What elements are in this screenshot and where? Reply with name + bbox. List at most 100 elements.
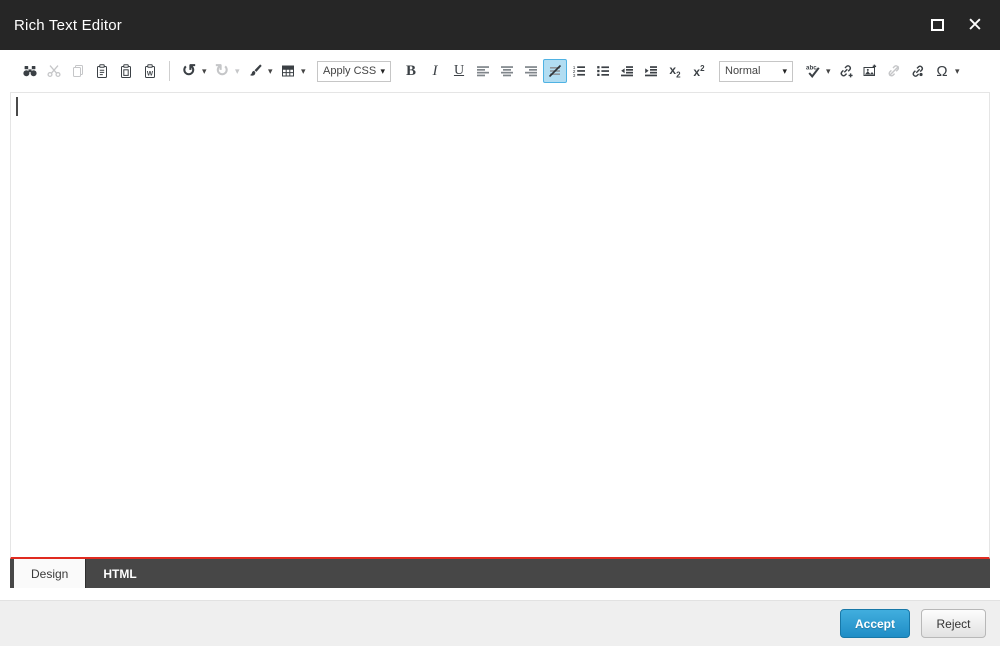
link-icon [910,63,926,79]
bullet-list-group [591,59,615,83]
undo-button[interactable]: ↺ [177,59,201,83]
binoculars-icon [22,63,38,79]
paragraph-style-select[interactable]: Normal ▾ [719,60,793,82]
unlink-button [882,59,906,83]
maximize-button[interactable] [926,14,948,36]
underline-group: U [447,59,471,83]
numbered-list-button[interactable]: 123 [567,59,591,83]
remove-alignment-group [543,59,567,83]
bold-icon: B [405,62,416,79]
indent-group [639,59,663,83]
tab-html[interactable]: HTML [86,559,153,588]
bullet-list-button[interactable] [591,59,615,83]
subscript-icon: x2 [669,62,681,80]
numbered-list-group: 123 [567,59,591,83]
align-right-button[interactable] [519,59,543,83]
dialog-body: W↺▾↻▾▾▾Apply CSS ...▾BIU123x2x2Normal▾ab… [0,50,1000,600]
redo-group: ↻ ▾ [210,59,243,83]
superscript-button[interactable]: x2 [687,59,711,83]
toolbar-separator [169,61,170,81]
clipboard-icon [118,63,134,79]
accept-button[interactable]: Accept [840,609,910,638]
outdent-icon [619,63,635,79]
insert-link-button[interactable] [834,59,858,83]
align-center-icon [499,63,515,79]
indent-button[interactable] [639,59,663,83]
undo-group: ↺ ▾ [177,59,210,83]
insert-symbol-group: Ω ▾ [930,59,963,83]
window-controls: ✕ [926,14,986,36]
paste-plain-text-button[interactable] [114,59,138,83]
find-and-replace-button[interactable] [18,59,42,83]
paste-from-word-group: W [138,59,162,83]
redo-icon: ↻ [214,61,230,80]
align-left-button[interactable] [471,59,495,83]
paste-from-word-button[interactable]: W [138,59,162,83]
apply-css-select[interactable]: Apply CSS ...▾ [317,60,391,82]
align-right-group [519,59,543,83]
format-painter-group: ▾ [243,59,276,83]
insert-symbol-dropdown-caret[interactable]: ▾ [955,66,963,76]
spell-check-button[interactable]: abc [801,59,825,83]
paste-plain-text-group [114,59,138,83]
cut-button [42,59,66,83]
apply-css-value: Apply CSS ... [323,65,380,77]
insert-image-button[interactable] [858,59,882,83]
insert-symbol-icon: Ω [936,62,948,80]
underline-icon: U [453,63,465,78]
format-painter-dropdown-caret[interactable]: ▾ [268,66,276,76]
numbered-list-icon: 123 [571,63,587,79]
remove-alignment-button[interactable] [543,59,567,83]
chevron-down-icon: ▾ [380,65,385,76]
superscript-icon: x2 [693,63,705,79]
underline-button[interactable]: U [447,59,471,83]
editor-content[interactable] [10,92,990,559]
paragraph-style-value: Normal [725,65,761,77]
document-manager-button[interactable] [906,59,930,83]
align-left-icon [475,63,491,79]
undo-dropdown-caret[interactable]: ▾ [202,66,210,76]
outdent-button[interactable] [615,59,639,83]
align-center-group [495,59,519,83]
copy-icon [70,63,86,79]
tab-design-label: Design [31,566,69,581]
subscript-button[interactable]: x2 [663,59,687,83]
italic-button[interactable]: I [423,59,447,83]
outdent-group [615,59,639,83]
align-center-button[interactable] [495,59,519,83]
tab-design[interactable]: Design [14,559,87,588]
spell-check-group: abc ▾ [801,59,834,83]
indent-icon [643,63,659,79]
brush-icon [247,63,263,79]
spellcheck-icon: abc [805,63,821,79]
scissors-icon [46,63,62,79]
subscript-group: x2 [663,59,687,83]
paste-button[interactable] [90,59,114,83]
dialog-titlebar: Rich Text Editor ✕ [0,0,1000,50]
align-right-icon [523,63,539,79]
dialog-footer: Accept Reject [0,600,1000,646]
find-and-replace-group [18,59,42,83]
image-plus-icon [862,63,878,79]
link-broken-icon [886,63,902,79]
spell-check-dropdown-caret[interactable]: ▾ [826,66,834,76]
cut-group [42,59,66,83]
insert-table-button[interactable] [276,59,300,83]
italic-icon: I [432,62,438,79]
tab-strip: Design HTML [10,559,990,588]
format-painter-button[interactable] [243,59,267,83]
reject-button[interactable]: Reject [921,609,986,638]
redo-dropdown-caret: ▾ [235,65,240,76]
svg-text:W: W [147,70,154,77]
bold-button[interactable]: B [399,59,423,83]
table-icon [280,63,296,79]
insert-table-dropdown-caret[interactable]: ▾ [301,66,309,76]
link-plus-icon [838,63,854,79]
italic-group: I [423,59,447,83]
chevron-down-icon: ▾ [782,65,787,76]
close-icon: ✕ [967,14,983,36]
text-caret [16,97,18,116]
insert-table-group: ▾ [276,59,309,83]
insert-symbol-button[interactable]: Ω [930,59,954,83]
close-button[interactable]: ✕ [964,14,986,36]
